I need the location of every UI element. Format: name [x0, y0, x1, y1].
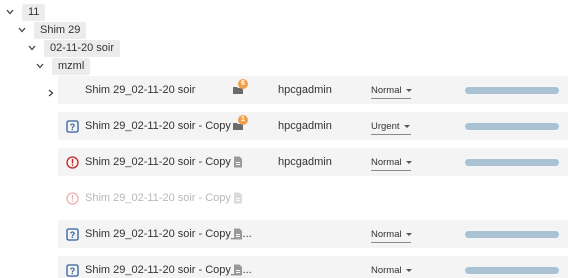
- dropdown-arrow-icon: [405, 268, 412, 272]
- row-name[interactable]: Shim 29_02-11-20 soir - Copy: [85, 112, 231, 140]
- progress-fill: [465, 87, 559, 94]
- tree-node-mzml[interactable]: mzml: [34, 57, 91, 75]
- table-row[interactable]: ? Shim 29_02-11-20 soir - Copy_c... Norm…: [58, 256, 568, 278]
- chevron-down-icon[interactable]: [4, 6, 16, 18]
- svg-text:?: ?: [69, 122, 75, 132]
- owner-label: hpcgadmin: [278, 156, 332, 168]
- owner-label: hpcgadmin: [278, 84, 332, 96]
- file-icon: [231, 155, 245, 169]
- priority-select[interactable]: Urgent: [371, 118, 411, 135]
- priority-value: Normal: [371, 156, 402, 168]
- progress-fill: [465, 231, 559, 238]
- file-icon: [231, 191, 245, 205]
- tree-node-11[interactable]: 11: [4, 3, 46, 21]
- table-row[interactable]: Shim 29_02-11-20 soir 6 hpcgadmin Normal: [58, 76, 568, 104]
- tree-node-label: Shim 29: [34, 21, 87, 39]
- dropdown-arrow-icon: [403, 124, 410, 128]
- row-name[interactable]: Shim 29_02-11-20 soir: [85, 76, 195, 104]
- priority-select[interactable]: Normal: [371, 154, 412, 171]
- question-icon: ?: [65, 119, 79, 133]
- table-row[interactable]: ? Shim 29_02-11-20 soir - Copy_c... Norm…: [58, 220, 568, 248]
- file-icon: [231, 227, 245, 241]
- row-name[interactable]: Shim 29_02-11-20 soir - Copy_c...: [85, 220, 252, 248]
- dropdown-arrow-icon: [405, 160, 412, 164]
- count-badge: 6: [238, 79, 248, 89]
- priority-value: Normal: [371, 228, 402, 240]
- dropdown-arrow-icon: [405, 88, 412, 92]
- progress-bar: [465, 267, 559, 274]
- priority-value: Urgent: [371, 120, 400, 132]
- error-icon: [65, 191, 79, 205]
- owner-label: hpcgadmin: [278, 120, 332, 132]
- tree-node-label: 11: [22, 3, 46, 21]
- priority-value: Normal: [371, 84, 402, 96]
- chevron-down-icon[interactable]: [16, 24, 28, 36]
- table-row[interactable]: ? Shim 29_02-11-20 soir - Copy 1 hpcgadm…: [58, 112, 568, 140]
- question-icon: ?: [65, 227, 79, 241]
- table-row[interactable]: Shim 29_02-11-20 soir - Copy hpcgadmin N…: [58, 148, 568, 176]
- chevron-down-icon[interactable]: [26, 42, 38, 54]
- svg-text:?: ?: [69, 266, 75, 276]
- row-name[interactable]: Shim 29_02-11-20 soir - Copy: [85, 184, 231, 212]
- priority-select[interactable]: Normal: [371, 262, 412, 278]
- tree-node-shim-29[interactable]: Shim 29: [16, 21, 87, 39]
- priority-select[interactable]: Normal: [371, 226, 412, 243]
- row-name[interactable]: Shim 29_02-11-20 soir - Copy: [85, 148, 231, 176]
- progress-bar: [465, 123, 559, 130]
- progress-bar: [465, 87, 559, 94]
- question-icon: ?: [65, 263, 79, 277]
- progress-bar: [465, 159, 559, 166]
- chevron-down-icon[interactable]: [34, 60, 46, 72]
- count-badge: 1: [238, 115, 248, 125]
- progress-bar: [465, 231, 559, 238]
- progress-fill: [465, 123, 559, 130]
- progress-fill: [465, 159, 559, 166]
- priority-value: Normal: [371, 264, 402, 276]
- chevron-right-icon[interactable]: [46, 79, 56, 107]
- tree-node-label: mzml: [52, 57, 91, 75]
- tree-node-label: 02-11-20 soir: [44, 39, 120, 57]
- file-icon: [231, 263, 245, 277]
- tree-node-date[interactable]: 02-11-20 soir: [26, 39, 120, 57]
- svg-text:?: ?: [69, 230, 75, 240]
- table-row[interactable]: Shim 29_02-11-20 soir - Copy: [58, 184, 568, 212]
- dropdown-arrow-icon: [405, 232, 412, 236]
- error-icon: [65, 155, 79, 169]
- progress-fill: [465, 267, 559, 274]
- priority-select[interactable]: Normal: [371, 82, 412, 99]
- row-name[interactable]: Shim 29_02-11-20 soir - Copy_c...: [85, 256, 252, 278]
